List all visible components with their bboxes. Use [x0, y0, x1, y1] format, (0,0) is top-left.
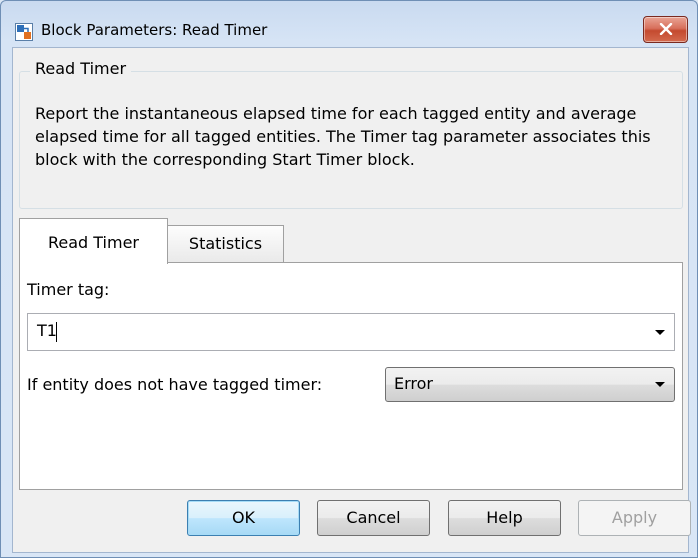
- close-icon: [659, 20, 673, 39]
- window-title: Block Parameters: Read Timer: [41, 21, 268, 39]
- dialog-window: Block Parameters: Read Timer Read Timer …: [0, 0, 698, 558]
- simulink-block-icon: [15, 23, 33, 41]
- cancel-button[interactable]: Cancel: [317, 500, 430, 536]
- untagged-entity-value: Error: [394, 374, 433, 393]
- apply-button[interactable]: Apply: [578, 500, 691, 536]
- chevron-down-icon[interactable]: [655, 330, 665, 335]
- title-bar[interactable]: Block Parameters: Read Timer: [1, 1, 697, 47]
- block-description: Report the instantaneous elapsed time fo…: [35, 104, 651, 169]
- tab-strip: Read Timer Statistics: [19, 218, 683, 264]
- ok-button[interactable]: OK: [187, 500, 300, 536]
- tab-panel-read-timer: Timer tag: T1 If entity does not have ta…: [19, 262, 683, 490]
- description-groupbox: Read Timer Report the instantaneous elap…: [19, 59, 683, 209]
- help-button[interactable]: Help: [448, 500, 561, 536]
- untagged-entity-dropdown[interactable]: Error: [385, 367, 675, 402]
- tab-read-timer[interactable]: Read Timer: [19, 218, 168, 264]
- dialog-buttons: OK Cancel Help Apply: [13, 500, 691, 540]
- untagged-entity-label: If entity does not have tagged timer:: [27, 375, 323, 394]
- tab-statistics[interactable]: Statistics: [167, 225, 284, 263]
- text-cursor: [56, 322, 57, 342]
- timer-tag-combobox[interactable]: T1: [27, 313, 675, 351]
- groupbox-title: Read Timer: [30, 59, 132, 78]
- close-button[interactable]: [643, 16, 688, 43]
- chevron-down-icon[interactable]: [655, 382, 665, 387]
- timer-tag-value[interactable]: T1: [37, 321, 57, 340]
- timer-tag-label: Timer tag:: [27, 280, 110, 299]
- dialog-content: Read Timer Report the instantaneous elap…: [12, 47, 691, 553]
